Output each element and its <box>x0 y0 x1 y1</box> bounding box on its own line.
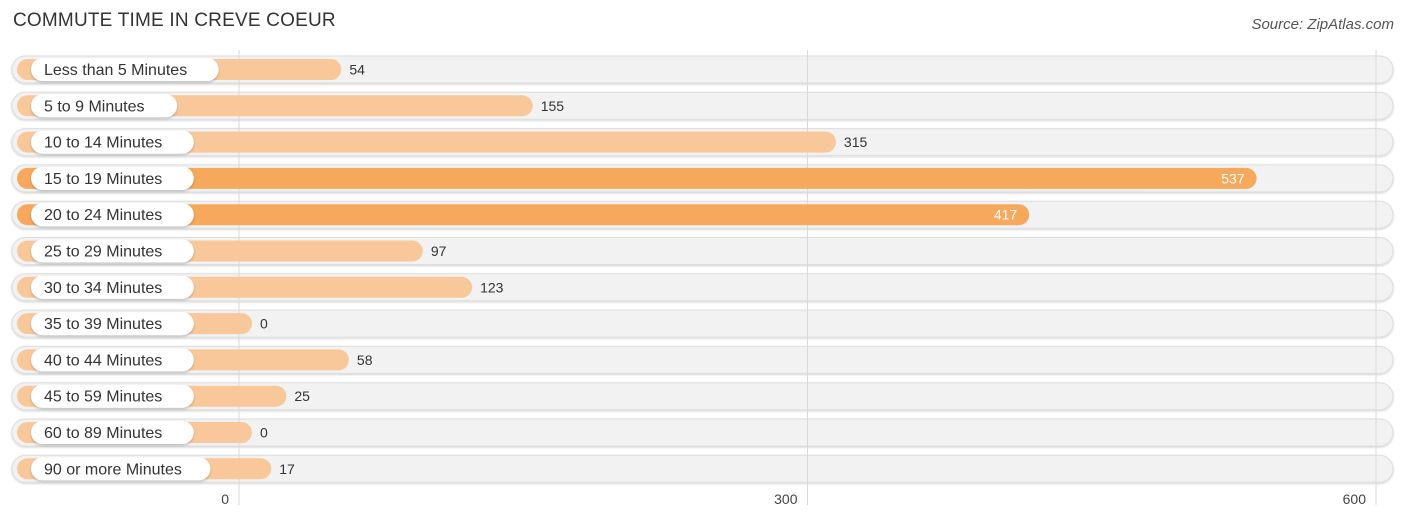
value-label: 123 <box>480 279 504 295</box>
value-label: 0 <box>260 316 268 332</box>
bar-row: 30 to 34 Minutes 123 <box>17 275 504 299</box>
category-label: 60 to 89 Minutes <box>44 425 162 442</box>
bar-chart: Less than 5 Minutes 54 5 to 9 Minutes 155 10… <box>11 50 1394 507</box>
x-tick-label: 0 <box>221 491 229 507</box>
value-label: 25 <box>294 388 310 404</box>
bar-row: Less than 5 Minutes 54 <box>17 58 365 81</box>
value-label: 17 <box>279 461 295 477</box>
category-label: 15 to 19 Minutes <box>44 171 162 188</box>
value-label: 97 <box>431 243 447 259</box>
bar-row: 10 to 14 Minutes 315 <box>17 130 868 154</box>
bar-row: 35 to 39 Minutes 0 <box>17 312 268 336</box>
value-label: 315 <box>844 134 868 150</box>
bar-row: 60 to 89 Minutes 0 <box>17 421 268 444</box>
category-label: 45 to 59 Minutes <box>44 389 162 406</box>
bar-row: 15 to 19 Minutes 537 <box>17 166 1257 190</box>
bar-row: 45 to 59 Minutes 25 <box>17 384 310 408</box>
category-label: 20 to 24 Minutes <box>44 207 162 224</box>
x-tick-label: 600 <box>1343 491 1367 507</box>
category-label: 30 to 34 Minutes <box>44 280 162 297</box>
bar-row: 90 or more Minutes 17 <box>17 457 295 481</box>
value-label: 0 <box>260 425 268 441</box>
category-label: Less than 5 Minutes <box>44 62 187 79</box>
value-label: 417 <box>994 207 1018 223</box>
bar-row: 40 to 44 Minutes 58 <box>17 348 373 372</box>
bar-tracks <box>11 55 1394 483</box>
bar-row: 25 to 29 Minutes 97 <box>17 239 447 263</box>
category-label: 25 to 29 Minutes <box>44 244 162 261</box>
category-label: 90 or more Minutes <box>44 461 182 478</box>
category-label: 5 to 9 Minutes <box>44 98 145 115</box>
x-tick-label: 300 <box>774 491 798 507</box>
bar-row: 20 to 24 Minutes 417 <box>17 203 1030 227</box>
value-label: 537 <box>1221 170 1245 186</box>
value-label: 58 <box>357 352 373 368</box>
value-label: 54 <box>349 62 365 78</box>
bars: Less than 5 Minutes 54 5 to 9 Minutes 155 10… <box>17 58 1257 481</box>
category-label: 35 to 39 Minutes <box>44 316 162 333</box>
value-label: 155 <box>541 98 565 114</box>
category-label: 10 to 14 Minutes <box>44 135 162 152</box>
x-axis-ticks: 0 300 600 <box>221 491 1366 507</box>
bar <box>17 167 1257 189</box>
bar-row: 5 to 9 Minutes 155 <box>17 94 565 118</box>
category-label: 40 to 44 Minutes <box>44 352 162 369</box>
